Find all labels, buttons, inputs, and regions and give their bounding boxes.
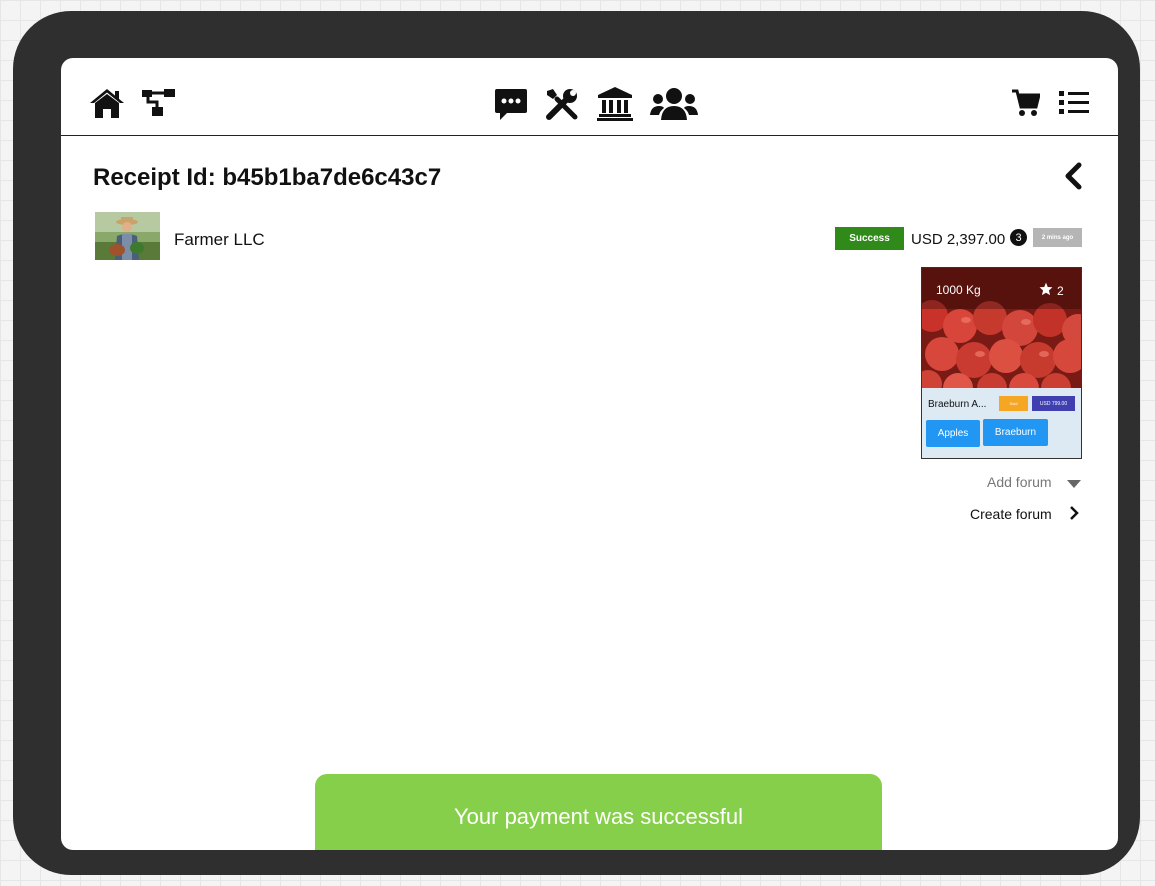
bank-icon[interactable]: [597, 86, 633, 121]
caret-down-icon[interactable]: [1067, 476, 1081, 494]
product-weight: 1000 Kg: [936, 283, 981, 297]
product-status-tag: Sold: [999, 396, 1028, 411]
tablet-frame: Receipt Id: b45b1ba7de6c43c7 Farmer LLC …: [13, 11, 1140, 875]
app-screen: Receipt Id: b45b1ba7de6c43c7 Farmer LLC …: [61, 58, 1118, 850]
list-icon[interactable]: [1059, 91, 1089, 115]
toast-message: Your payment was successful: [454, 804, 743, 829]
seller-avatar[interactable]: [95, 212, 160, 260]
product-price-tag: USD 799.00: [1032, 396, 1075, 411]
receipt-title: Receipt Id: b45b1ba7de6c43c7: [93, 164, 442, 191]
item-count-badge: 3: [1010, 229, 1027, 246]
star-icon[interactable]: [1039, 282, 1053, 301]
users-icon[interactable]: [650, 87, 698, 121]
product-name: Braeburn A...: [928, 399, 987, 410]
home-icon[interactable]: [88, 87, 126, 119]
chevron-right-icon[interactable]: [1069, 506, 1079, 525]
chip-apples[interactable]: Apples: [926, 420, 980, 447]
product-card[interactable]: 1000 Kg 2 Braeburn A... Sold USD 799.00 …: [921, 267, 1082, 459]
back-chevron-icon[interactable]: [1063, 162, 1083, 195]
tools-icon[interactable]: [545, 87, 579, 121]
timestamp-badge: 2 mins ago: [1033, 228, 1082, 247]
seller-name[interactable]: Farmer LLC: [174, 230, 265, 250]
chat-icon[interactable]: [494, 88, 528, 121]
cart-icon[interactable]: [1012, 89, 1040, 117]
order-amount: USD 2,397.00: [911, 231, 1006, 248]
status-badge: Success: [835, 227, 904, 250]
create-forum-link[interactable]: Create forum: [970, 506, 1052, 522]
top-navbar: [61, 58, 1118, 136]
success-toast: Your payment was successful: [315, 774, 882, 850]
add-forum-dropdown[interactable]: Add forum: [987, 474, 1052, 490]
chip-braeburn[interactable]: Braeburn: [983, 419, 1048, 446]
product-rating: 2: [1057, 284, 1064, 298]
sitemap-icon[interactable]: [142, 89, 176, 117]
